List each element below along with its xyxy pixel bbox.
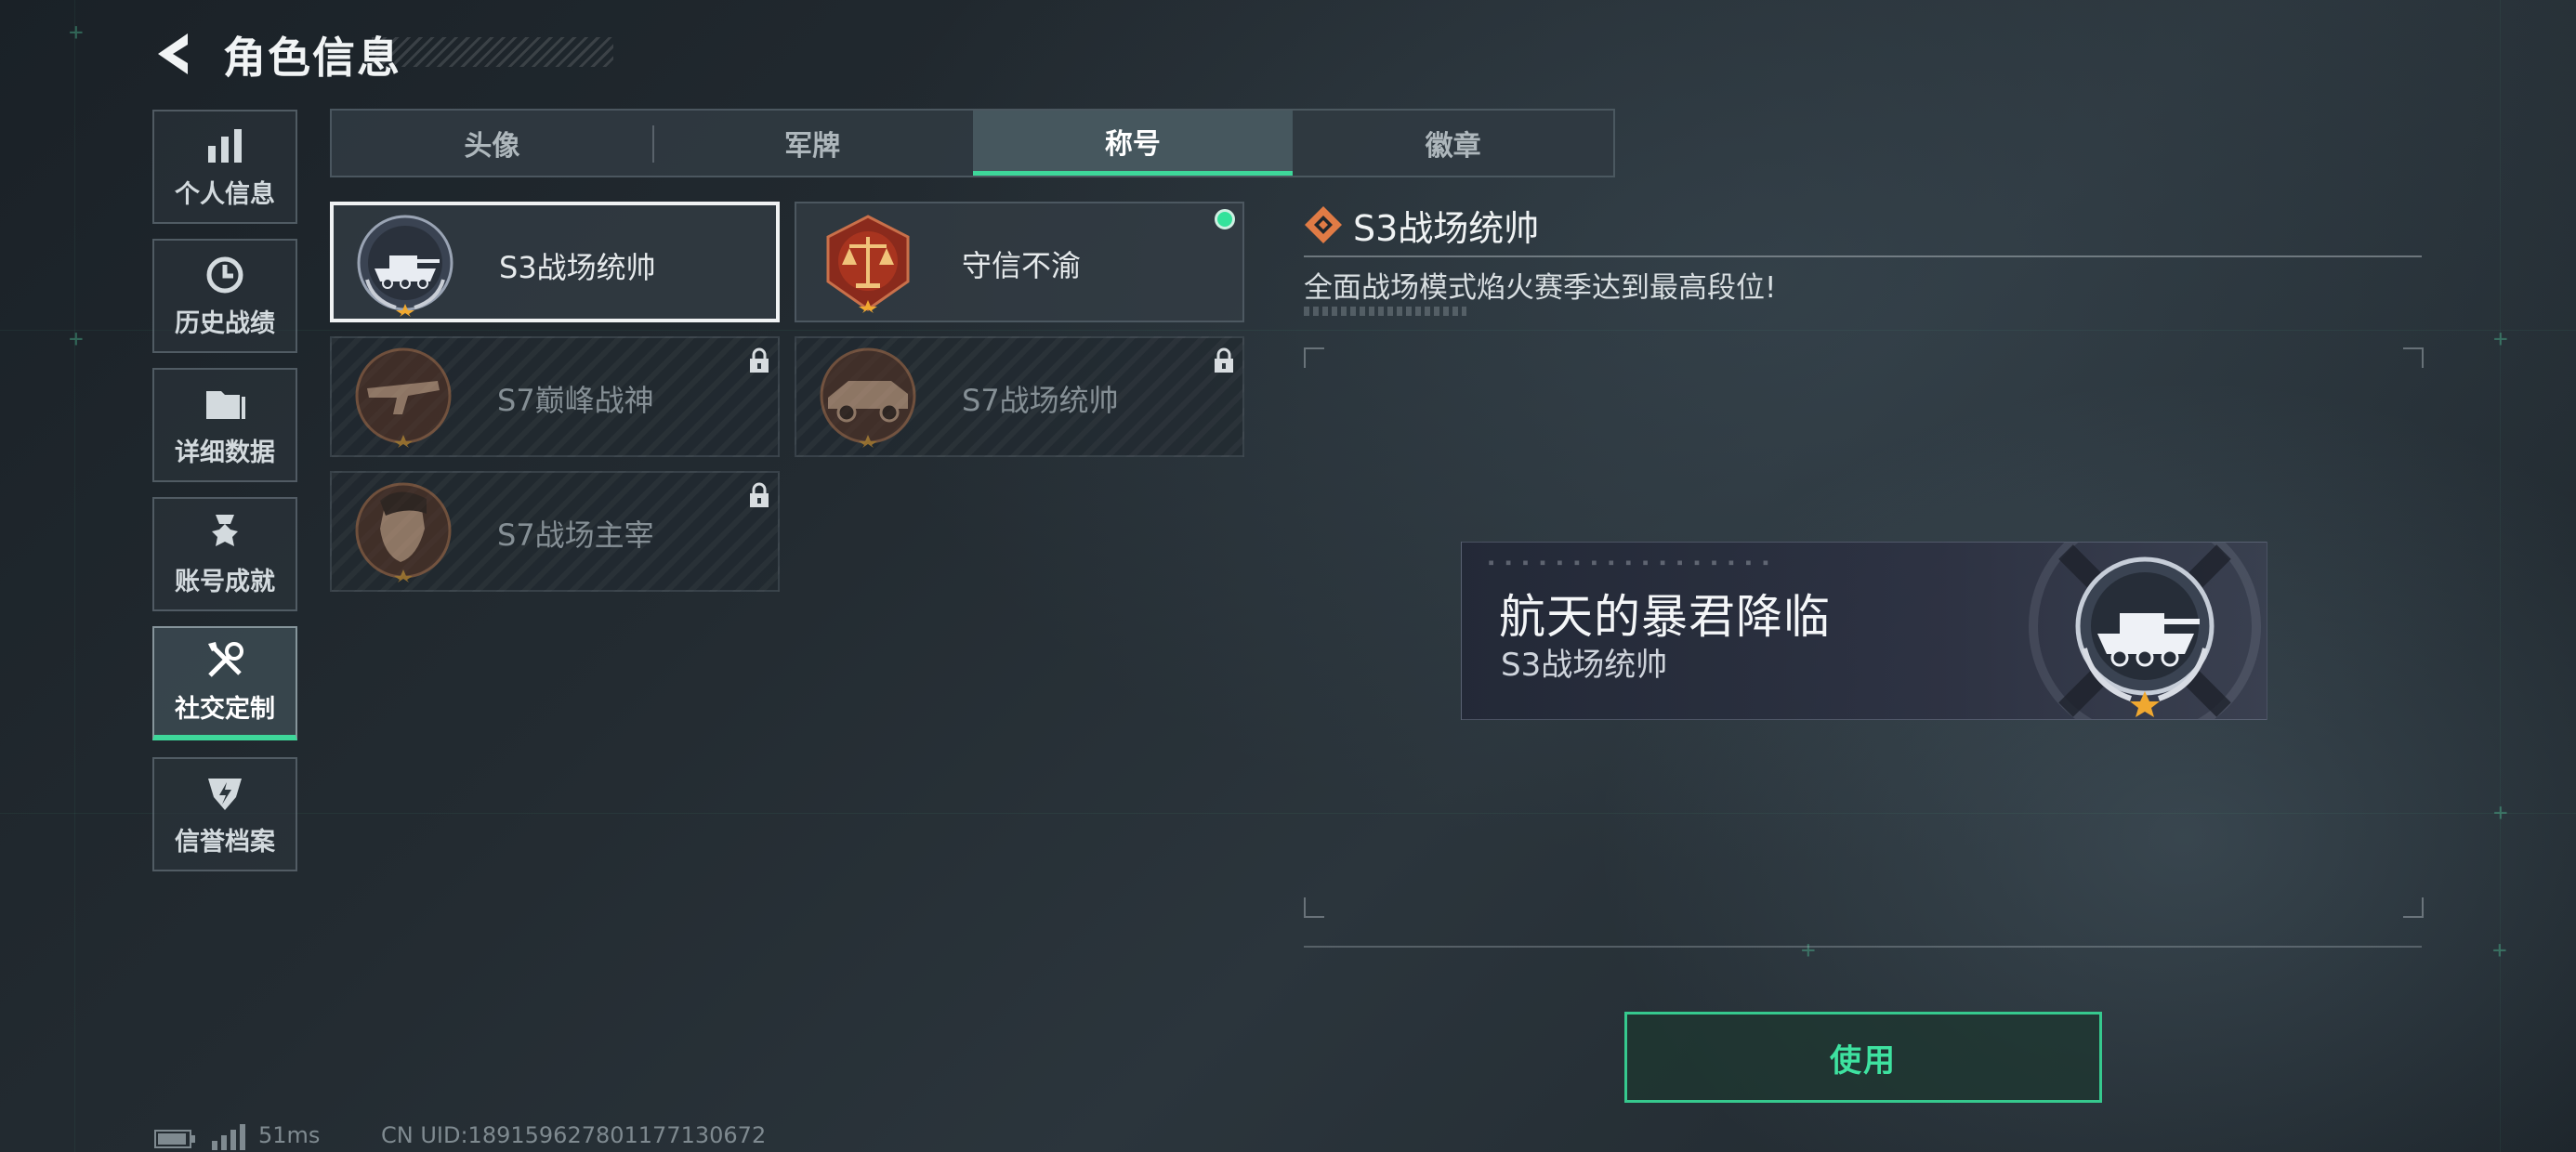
sidebar-item-achievements[interactable]: 账号成就 [152,497,297,611]
back-arrow-icon[interactable] [151,30,197,78]
sidebar-item-label: 账号成就 [175,568,275,596]
title-card-trustworthy[interactable]: 守信不渝 [795,202,1244,322]
medal-icon [212,515,238,546]
title-card-name: S7巅峰战神 [497,383,654,418]
folder-icon [206,391,245,419]
title-diamond-icon [1305,206,1342,243]
bg-crosshair: + [1801,936,1816,964]
detail-title: S3战场统帅 [1353,208,1540,249]
tab-dog-tag[interactable]: 军牌 [651,111,973,176]
detail-divider [1304,255,2422,257]
preview-title: 航天的暴君降临 [1499,590,1831,644]
use-button[interactable]: 使用 [1624,1012,2102,1103]
sidebar-item-personal-info[interactable]: 个人信息 [152,110,297,224]
preview-frame-corner [2403,347,2424,368]
signal-icon [212,1124,245,1150]
shield-bolt-icon [208,779,242,810]
vehicle-badge-icon [820,347,916,448]
rifle-badge-icon [355,347,452,448]
title-card-s3-commander[interactable]: S3战场统帅 [330,202,780,322]
soldier-badge-icon [355,482,452,583]
bg-crosshair: + [2492,936,2507,964]
bg-grid-line [0,330,2576,331]
bg-grid-line [2500,0,2501,1152]
tank-badge-large-icon [2029,543,2261,719]
bg-grid-line [0,813,2576,814]
detail-description: 全面战场模式焰火赛季达到最高段位! [1304,271,1777,305]
bg-crosshair: + [69,19,84,46]
tab-avatar[interactable]: 头像 [332,111,652,176]
banner-decoration: ▪ ▪ ▪ ▪ ▪ ▪ ▪ ▪ ▪ ▪ ▪ ▪ ▪ ▪ ▪ ▪ ▪ [1488,556,1771,569]
bg-crosshair: + [2493,325,2508,353]
preview-subtitle: S3战场统帅 [1501,647,1668,684]
preview-frame-corner [1304,897,1324,918]
preview-frame-corner [1304,347,1324,368]
title-card-s7-commander[interactable]: S7战场统帅 [795,336,1244,457]
title-card-name: S7战场统帅 [962,383,1119,418]
title-card-name: 守信不渝 [962,248,1082,283]
preview-baseline [1304,946,2422,948]
tank-badge-icon [357,215,453,317]
title-preview-banner: ▪ ▪ ▪ ▪ ▪ ▪ ▪ ▪ ▪ ▪ ▪ ▪ ▪ ▪ ▪ ▪ ▪ 航天的暴君降… [1461,542,2267,720]
bg-crosshair: + [69,325,84,353]
history-clock-icon [206,256,243,294]
preview-frame-corner [2403,897,2424,918]
title-card-name: S7战场主宰 [497,517,654,553]
sidebar-item-label: 个人信息 [175,180,275,209]
sidebar-item-history[interactable]: 历史战绩 [152,239,297,353]
ping-value: 51ms [258,1122,321,1148]
lock-icon [750,347,769,373]
tab-title[interactable]: 称号 [972,111,1294,176]
tools-icon [208,642,243,677]
battery-icon [154,1130,195,1148]
sidebar-item-label: 信誉档案 [175,828,275,857]
detail-decoration [1304,307,1466,316]
sidebar-item-label: 历史战绩 [175,309,275,338]
player-uid: CN UID:18915962780117713067​2 [381,1122,767,1148]
sidebar-item-detailed-data[interactable]: 详细数据 [152,368,297,482]
sidebar-item-label: 详细数据 [175,439,275,467]
lock-icon [1215,347,1233,373]
bg-crosshair: + [2493,799,2508,827]
bar-chart-icon [208,129,242,163]
bg-grid-line [74,0,75,1152]
scales-badge-icon [826,215,910,313]
category-tabs: 头像 军牌 称号 徽章 [330,109,1615,177]
sidebar-item-social-custom[interactable]: 社交定制 [152,626,297,740]
title-decoration [372,37,613,67]
title-card-s7-dominator[interactable]: S7战场主宰 [330,471,780,592]
tab-badge[interactable]: 徽章 [1293,111,1613,176]
lock-icon [750,482,769,507]
title-card-s7-war-god[interactable]: S7巅峰战神 [330,336,780,457]
sidebar-item-reputation[interactable]: 信誉档案 [152,757,297,871]
sidebar-item-label: 社交定制 [175,695,275,724]
title-card-name: S3战场统帅 [499,250,656,285]
equipped-indicator [1215,209,1235,229]
